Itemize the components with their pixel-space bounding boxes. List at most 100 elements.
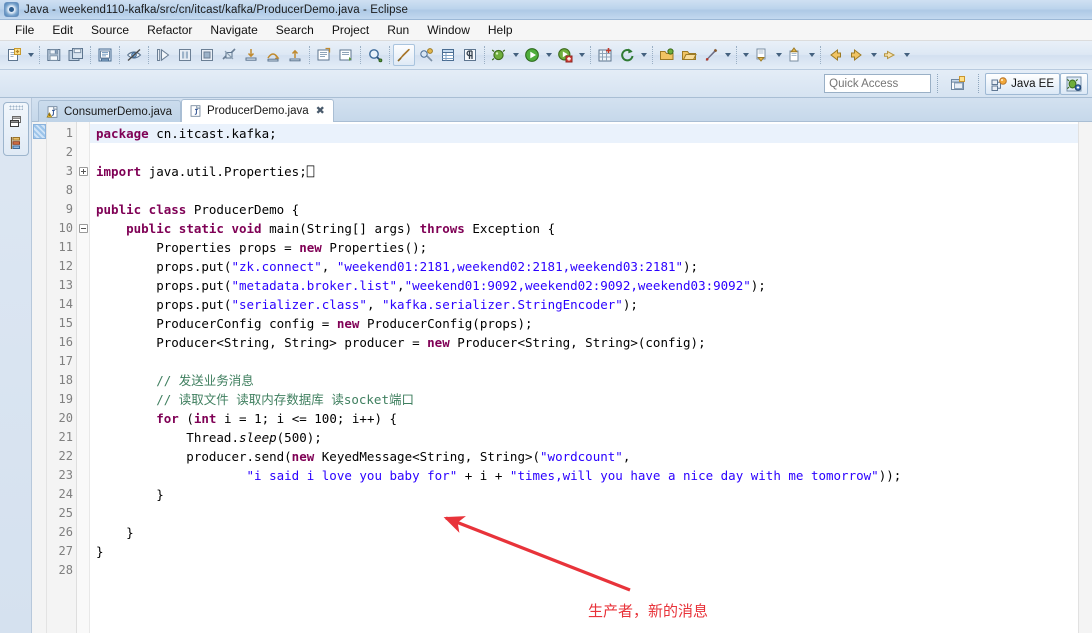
open-package-button[interactable] xyxy=(656,44,678,66)
chevron-down-icon[interactable] xyxy=(868,44,879,66)
fold-collapse-icon[interactable] xyxy=(79,224,88,233)
code-line[interactable]: // 读取文件 读取内存数据库 读socket端口 xyxy=(96,390,1078,409)
chevron-down-icon[interactable] xyxy=(722,44,733,66)
terminate-button[interactable] xyxy=(196,44,218,66)
disconnect-button[interactable] xyxy=(218,44,240,66)
code-line[interactable]: for (int i = 1; i <= 100; i++) { xyxy=(96,409,1078,428)
code-line[interactable]: props.put("zk.connect", "weekend01:2181,… xyxy=(96,257,1078,276)
code-line[interactable]: import java.util.Properties;⎕ xyxy=(96,162,1078,181)
menu-item-navigate[interactable]: Navigate xyxy=(201,21,266,39)
toolbar-separator xyxy=(119,46,120,64)
code-line[interactable]: ProducerConfig config = new ProducerConf… xyxy=(96,314,1078,333)
step-into-button[interactable] xyxy=(240,44,262,66)
code-line[interactable]: props.put("serializer.class", "kafka.ser… xyxy=(96,295,1078,314)
quick-access-input[interactable] xyxy=(824,74,932,93)
open-type-button[interactable] xyxy=(313,44,335,66)
menu-item-run[interactable]: Run xyxy=(378,21,418,39)
folding-gutter[interactable] xyxy=(77,122,90,633)
new-class-button[interactable] xyxy=(700,44,722,66)
save-all-button[interactable] xyxy=(65,44,87,66)
open-perspective-button[interactable] xyxy=(944,73,972,95)
save-button[interactable] xyxy=(43,44,65,66)
chevron-down-icon[interactable] xyxy=(543,44,554,66)
code-line[interactable] xyxy=(96,352,1078,371)
menu-item-search[interactable]: Search xyxy=(267,21,323,39)
menu-item-source[interactable]: Source xyxy=(82,21,138,39)
resume-button[interactable] xyxy=(152,44,174,66)
chevron-down-icon[interactable] xyxy=(25,44,36,66)
perspective-debug[interactable] xyxy=(1060,72,1088,95)
step-return-button[interactable] xyxy=(284,44,306,66)
coverage-button[interactable] xyxy=(554,44,576,66)
menu-item-project[interactable]: Project xyxy=(323,21,378,39)
code-text[interactable]: package cn.itcast.kafka; import java.uti… xyxy=(90,122,1078,633)
code-line[interactable] xyxy=(96,143,1078,162)
code-line[interactable]: Thread.sleep(500); xyxy=(96,428,1078,447)
code-line[interactable]: public static void main(String[] args) t… xyxy=(96,219,1078,238)
run-button[interactable] xyxy=(521,44,543,66)
table-button[interactable] xyxy=(437,44,459,66)
chevron-down-icon[interactable] xyxy=(740,44,751,66)
editor-tab-1[interactable]: ConsumerDemo.java xyxy=(38,100,182,122)
new-java-project-button[interactable] xyxy=(594,44,616,66)
perspective-java-ee[interactable]: Java EE xyxy=(985,72,1060,95)
restore-icon xyxy=(9,116,21,127)
annotation-gutter[interactable] xyxy=(32,122,47,633)
code-line[interactable]: props.put("metadata.broker.list","weeken… xyxy=(96,276,1078,295)
menu-item-file[interactable]: File xyxy=(6,21,43,39)
code-line[interactable]: Producer<String, String> producer = new … xyxy=(96,333,1078,352)
code-line[interactable]: "i said i love you baby for" + i + "time… xyxy=(96,466,1078,485)
fold-expand-icon[interactable] xyxy=(79,167,88,176)
chevron-down-icon[interactable] xyxy=(638,44,649,66)
debug-button[interactable] xyxy=(488,44,510,66)
refresh-button[interactable] xyxy=(616,44,638,66)
step-over-button[interactable] xyxy=(262,44,284,66)
code-line[interactable] xyxy=(96,561,1078,580)
menu-item-edit[interactable]: Edit xyxy=(43,21,82,39)
pilcrow-button[interactable] xyxy=(459,44,481,66)
suspend-button[interactable] xyxy=(174,44,196,66)
code-line[interactable] xyxy=(96,181,1078,200)
code-line[interactable]: // 发送业务消息 xyxy=(96,371,1078,390)
new-wizard-button[interactable] xyxy=(3,44,25,66)
forward-button[interactable] xyxy=(846,44,868,66)
open-folder-button[interactable] xyxy=(678,44,700,66)
search-button[interactable] xyxy=(364,44,386,66)
menu-item-refactor[interactable]: Refactor xyxy=(138,21,201,39)
drag-handle-dots[interactable] xyxy=(8,105,23,110)
code-line[interactable]: producer.send(new KeyedMessage<String, S… xyxy=(96,447,1078,466)
previous-edit-button[interactable] xyxy=(751,44,773,66)
chevron-down-icon[interactable] xyxy=(806,44,817,66)
chevron-down-icon[interactable] xyxy=(901,44,912,66)
fold-toggle[interactable] xyxy=(77,162,89,181)
outline-view-button[interactable] xyxy=(6,134,26,152)
next-annotation-button[interactable] xyxy=(335,44,357,66)
code-line[interactable]: } xyxy=(96,542,1078,561)
next-edit-button[interactable] xyxy=(784,44,806,66)
back-button[interactable] xyxy=(824,44,846,66)
source-editor[interactable]: 1 2 3 8 9 10 11 12 13 14 15 16 17 18 19 20 21 22 23 24 25 26 2… xyxy=(32,122,1092,633)
external-tools-button[interactable] xyxy=(393,44,415,66)
print-button[interactable] xyxy=(94,44,116,66)
chevron-down-icon[interactable] xyxy=(510,44,521,66)
ant-build-button[interactable] xyxy=(415,44,437,66)
minimized-view-stack[interactable] xyxy=(2,102,29,156)
menu-item-help[interactable]: Help xyxy=(479,21,522,39)
code-line[interactable]: package cn.itcast.kafka; xyxy=(90,124,1078,143)
menu-item-window[interactable]: Window xyxy=(418,21,479,39)
overview-ruler[interactable] xyxy=(1078,122,1092,633)
next-button[interactable] xyxy=(879,44,901,66)
chevron-down-icon[interactable] xyxy=(576,44,587,66)
code-line[interactable]: } xyxy=(96,523,1078,542)
restore-view-stack-button[interactable] xyxy=(6,113,26,131)
editor-tab-2[interactable]: ProducerDemo.java ✖ xyxy=(181,99,334,122)
toggle-mark-occurrences-button[interactable] xyxy=(123,44,145,66)
code-line[interactable]: public class ProducerDemo { xyxy=(96,200,1078,219)
code-line[interactable]: } xyxy=(96,485,1078,504)
fold-toggle[interactable] xyxy=(77,219,89,238)
code-line[interactable] xyxy=(96,504,1078,523)
close-icon[interactable]: ✖ xyxy=(316,105,325,117)
table-icon xyxy=(442,49,454,61)
chevron-down-icon[interactable] xyxy=(773,44,784,66)
code-line[interactable]: Properties props = new Properties(); xyxy=(96,238,1078,257)
